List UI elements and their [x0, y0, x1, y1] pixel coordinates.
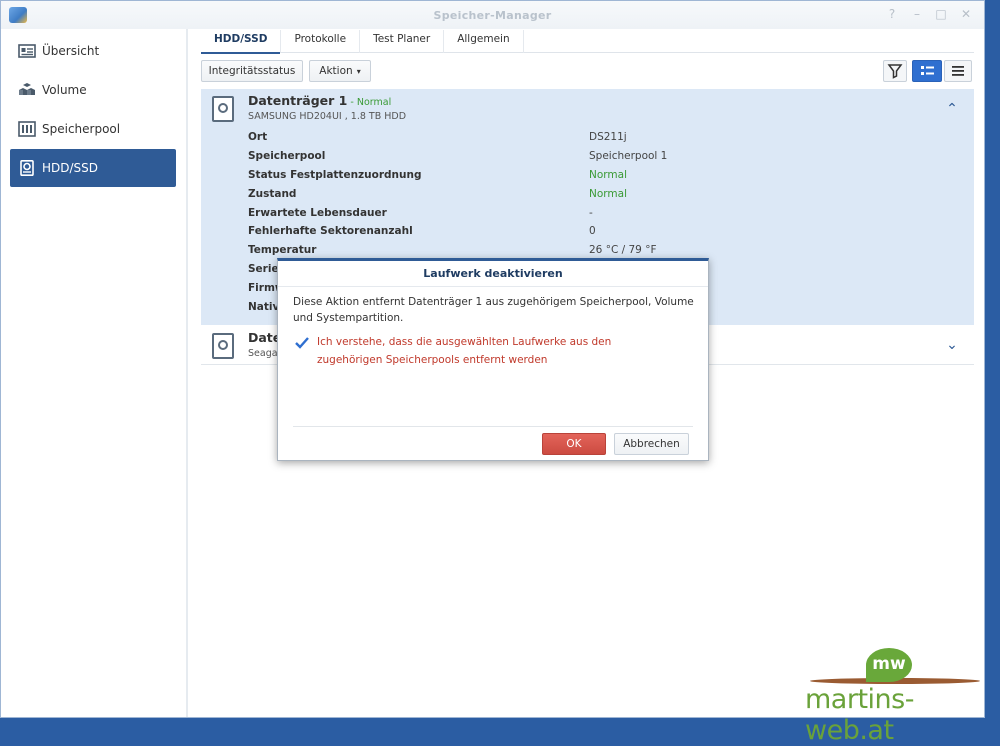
- prop-value-allocation-status: Normal: [589, 169, 627, 181]
- prop-value-temperature: 26 °C / 79 °F: [589, 244, 657, 256]
- list-icon: [952, 66, 964, 76]
- sidebar-item-label: Speicherpool: [42, 122, 121, 136]
- dialog-message: Diese Aktion entfernt Datenträger 1 aus …: [293, 296, 694, 324]
- tab-test-scheduler[interactable]: Test Planer: [360, 30, 445, 53]
- tab-bar: HDD/SSD Protokolle Test Planer Allgemein: [201, 29, 974, 54]
- tab-hdd-ssd[interactable]: HDD/SSD: [201, 30, 282, 54]
- close-icon[interactable]: ✕: [959, 7, 973, 21]
- dialog-footer-divider: [293, 426, 693, 427]
- chevron-down-icon[interactable]: ⌄: [944, 337, 960, 353]
- volume-icon: [18, 82, 36, 98]
- prop-label-lifespan: Erwartete Lebensdauer: [248, 207, 387, 219]
- sidebar-item-label: Volume: [42, 83, 87, 97]
- filter-button[interactable]: [883, 60, 907, 82]
- title-bar: Speicher-Manager ? – □ ✕: [1, 1, 984, 29]
- cancel-button[interactable]: Abbrechen: [614, 433, 689, 455]
- overview-icon: [18, 43, 36, 59]
- storage-pool-icon: [18, 121, 36, 137]
- prop-label-temperature: Temperatur: [248, 244, 317, 256]
- disk-1-status: - Normal: [347, 97, 392, 108]
- prop-value-location: DS211j: [589, 131, 627, 143]
- list-view-button[interactable]: [944, 60, 972, 82]
- prop-value-bad-sectors: 0: [589, 225, 596, 237]
- hdd-icon: [18, 160, 36, 176]
- sidebar-item-hdd-ssd[interactable]: HDD/SSD: [10, 149, 176, 187]
- dialog-title: Laufwerk deaktivieren: [423, 267, 563, 280]
- window-title: Speicher-Manager: [433, 9, 552, 22]
- maximize-icon[interactable]: □: [934, 7, 948, 21]
- watermark-badge: mw: [866, 648, 912, 682]
- watermark-text: martins-web.at: [805, 684, 914, 746]
- dialog-divider: [278, 286, 708, 287]
- sidebar-item-overview[interactable]: Übersicht: [10, 32, 176, 70]
- filter-icon: [887, 64, 903, 79]
- prop-value-lifespan: -: [589, 207, 593, 219]
- disk-1-model: SAMSUNG HD204UI , 1.8 TB HDD: [248, 111, 407, 122]
- prop-label-bad-sectors: Fehlerhafte Sektorenanzahl: [248, 225, 413, 237]
- tab-logs[interactable]: Protokolle: [281, 30, 361, 53]
- sidebar: Übersicht Volume Speicherpool HDD/SSD: [1, 29, 188, 717]
- chevron-up-icon[interactable]: ⌃: [944, 101, 960, 117]
- action-button-label: Aktion: [319, 65, 353, 77]
- health-status-button[interactable]: Integritätsstatus: [201, 60, 303, 82]
- chevron-down-icon: ▾: [356, 66, 361, 76]
- disk-1-name: Datenträger 1 - Normal: [248, 93, 391, 108]
- prop-label-health: Zustand: [248, 188, 297, 200]
- ok-button[interactable]: OK: [542, 433, 606, 455]
- confirm-checkbox-label[interactable]: Ich verstehe, dass die ausgewählten Lauf…: [317, 333, 668, 369]
- prop-label-storage-pool: Speicherpool: [248, 150, 326, 162]
- prop-value-health: Normal: [589, 188, 627, 200]
- confirm-checkbox[interactable]: [294, 335, 310, 351]
- sidebar-item-label: Übersicht: [42, 44, 100, 58]
- prop-label-location: Ort: [248, 131, 268, 143]
- prop-label-allocation-status: Status Festplattenzuordnung: [248, 169, 422, 181]
- detail-view-button[interactable]: [912, 60, 942, 82]
- sidebar-item-label: HDD/SSD: [42, 161, 99, 175]
- hdd-icon: [212, 333, 234, 359]
- sidebar-item-storage-pool[interactable]: Speicherpool: [10, 110, 176, 148]
- checkmark-icon: [295, 337, 309, 349]
- deactivate-drive-dialog: Laufwerk deaktivieren Diese Aktion entfe…: [277, 258, 709, 461]
- tab-general[interactable]: Allgemein: [444, 30, 524, 53]
- prop-value-storage-pool: Speicherpool 1: [589, 150, 668, 162]
- disk-1-title: Datenträger 1: [248, 93, 348, 108]
- sidebar-item-volume[interactable]: Volume: [10, 71, 176, 109]
- action-dropdown-button[interactable]: Aktion ▾: [309, 60, 371, 82]
- minimize-icon[interactable]: –: [910, 7, 924, 21]
- hdd-icon: [212, 96, 234, 122]
- help-icon[interactable]: ?: [885, 7, 899, 21]
- watermark-logo: mw martins-web.at: [800, 640, 985, 746]
- detail-list-icon: [921, 66, 934, 75]
